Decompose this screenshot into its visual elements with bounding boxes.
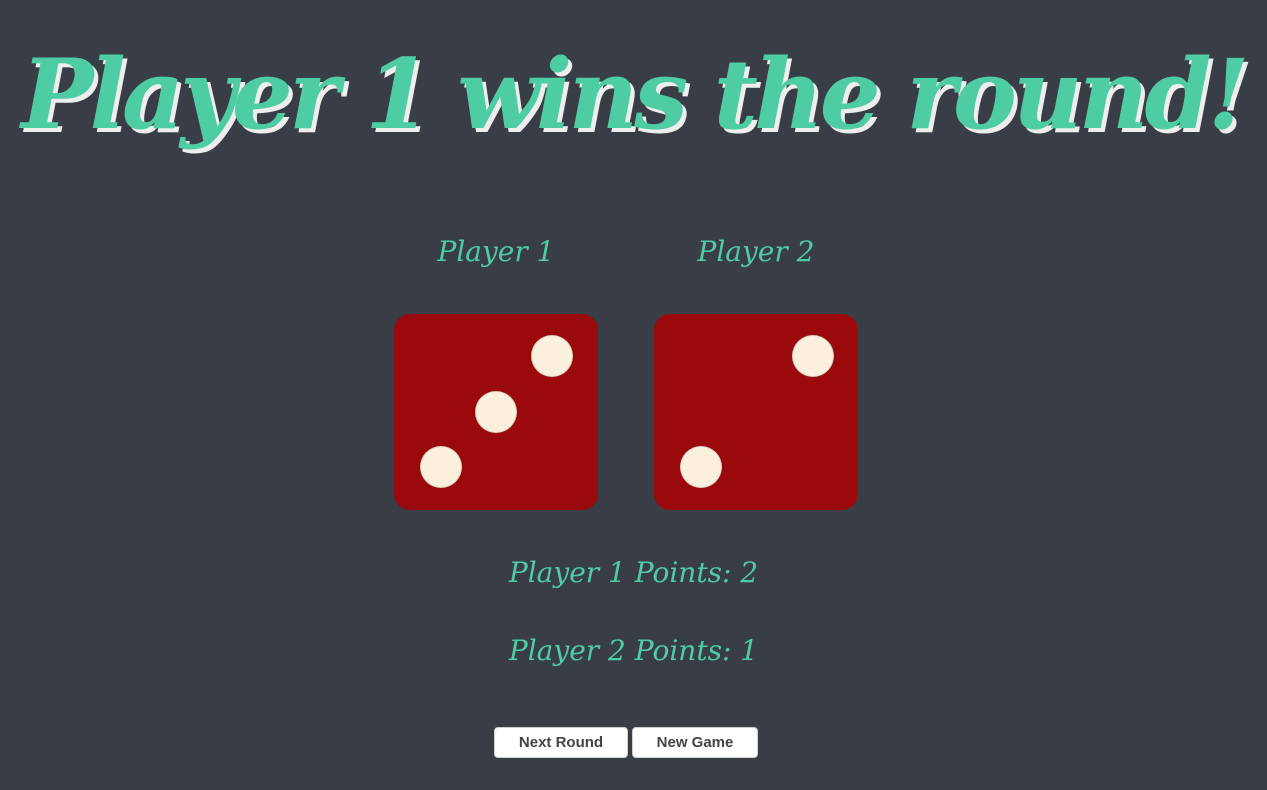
player-1-label: Player 1: [437, 235, 555, 268]
game-page: Player 1 wins the round! Player 1 Player…: [0, 0, 1267, 790]
player-2-label: Player 2: [697, 235, 815, 268]
new-game-button[interactable]: New Game: [632, 727, 758, 758]
next-round-button[interactable]: Next Round: [494, 727, 628, 758]
round-result-title: Player 1 wins the round!: [21, 38, 1249, 151]
die-pip: [475, 391, 517, 433]
die-pip: [792, 335, 834, 377]
player-2-points: Player 2 Points: 1: [508, 634, 759, 667]
die-pip: [680, 446, 722, 488]
player-2-die: [654, 314, 858, 510]
player-1-die: [394, 314, 598, 510]
die-pip: [420, 446, 462, 488]
die-pip: [531, 335, 573, 377]
player-1-points: Player 1 Points: 2: [508, 556, 759, 589]
